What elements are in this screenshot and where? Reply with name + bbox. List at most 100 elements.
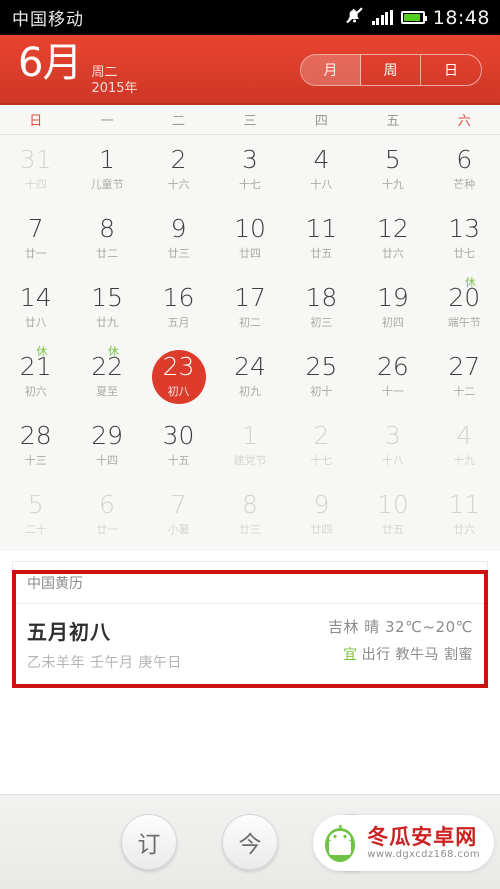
- day-lunar-label: 十二: [453, 385, 476, 399]
- day-lunar-label: 初三: [310, 316, 333, 330]
- day-number: 2: [170, 144, 187, 174]
- calendar-day[interactable]: 11 廿六: [429, 480, 500, 549]
- calendar-day[interactable]: 28 十三: [0, 411, 71, 480]
- day-number: 17: [234, 282, 266, 312]
- calendar-day[interactable]: 9 廿三: [143, 204, 214, 273]
- app-header: 6月 周二 2015年 月 周 日: [0, 35, 500, 105]
- calendar-day[interactable]: 6 芒种: [429, 135, 500, 204]
- calendar-day[interactable]: 10 廿五: [357, 480, 428, 549]
- day-number: 1: [99, 144, 116, 174]
- calendar-day[interactable]: 9 廿四: [286, 480, 357, 549]
- tab-week[interactable]: 周: [361, 55, 421, 85]
- calendar-day[interactable]: 4 十九: [429, 411, 500, 480]
- day-number: 19: [376, 282, 409, 312]
- calendar-day[interactable]: 15 廿九: [71, 273, 142, 342]
- calendar-day[interactable]: 2 十六: [143, 135, 214, 204]
- calendar-day-selected[interactable]: 23 初八: [143, 342, 214, 411]
- day-number: 9: [170, 213, 187, 243]
- day-lunar-label: 廿三: [238, 523, 261, 537]
- calendar-day[interactable]: 18 初三: [286, 273, 357, 342]
- day-number: 6: [99, 489, 116, 519]
- day-number: 15: [91, 282, 124, 312]
- calendar-day[interactable]: 休 22 夏至: [71, 342, 142, 411]
- day-number: 1: [242, 420, 258, 450]
- day-number: 24: [234, 351, 266, 381]
- day-number: 23: [162, 351, 195, 381]
- calendar-week-row: 31 十四 1 儿童节 2 十六 3 十七 4 十八 5 十九 6 芒种: [0, 135, 500, 204]
- calendar-week-row: 28 十三 29 十四 30 十五 1 建党节 2 十七 3 十八 4 十九: [0, 411, 500, 480]
- almanac-left: 五月初八 乙未羊年 壬午月 庚午日: [27, 616, 182, 672]
- calendar-day[interactable]: 29 十四: [71, 411, 142, 480]
- calendar-day[interactable]: 19 初四: [357, 273, 428, 342]
- calendar-day[interactable]: 12 廿六: [357, 204, 428, 273]
- day-number: 11: [448, 489, 481, 519]
- day-lunar-label: 廿九: [96, 316, 119, 330]
- calendar-day[interactable]: 27 十二: [429, 342, 500, 411]
- today-button[interactable]: 今: [222, 814, 278, 870]
- day-lunar-label: 廿五: [310, 247, 333, 261]
- calendar-day[interactable]: 1 儿童节: [71, 135, 142, 204]
- calendar-day[interactable]: 17 初二: [214, 273, 285, 342]
- day-lunar-label: 廿五: [381, 523, 404, 537]
- calendar-day[interactable]: 4 十八: [286, 135, 357, 204]
- calendar-day[interactable]: 31 十四: [0, 135, 71, 204]
- calendar-week-row: 14 廿八 15 廿九 16 五月 17 初二 18 初三 19 初四 休 20 端午节: [0, 273, 500, 342]
- calendar-day[interactable]: 2 十七: [286, 411, 357, 480]
- day-lunar-label: 十九: [453, 454, 476, 468]
- calendar-day[interactable]: 8 廿三: [214, 480, 285, 549]
- day-lunar-label: 儿童节: [90, 178, 124, 192]
- day-number: 4: [456, 420, 473, 450]
- signal-bars-icon: [371, 10, 393, 25]
- calendar-day[interactable]: 13 廿七: [429, 204, 500, 273]
- subscribe-button[interactable]: 订: [121, 814, 177, 870]
- calendar-day[interactable]: 30 十五: [143, 411, 214, 480]
- header-year: 2015年: [91, 81, 138, 96]
- weekday-fri: 五: [386, 114, 400, 129]
- calendar-day[interactable]: 休 21 初六: [0, 342, 71, 411]
- day-lunar-label: 初六: [24, 385, 47, 399]
- day-lunar-label: 廿四: [310, 523, 333, 537]
- calendar-day[interactable]: 6 廿一: [71, 480, 142, 549]
- calendar-day[interactable]: 3 十七: [214, 135, 285, 204]
- calendar-day[interactable]: 10 廿四: [214, 204, 285, 273]
- calendar-day[interactable]: 7 廿一: [0, 204, 71, 273]
- rest-day-badge: 休: [465, 276, 476, 289]
- day-number: 9: [313, 489, 330, 519]
- day-lunar-label: 十八: [310, 178, 333, 192]
- almanac-title: 中国黄历: [13, 562, 487, 604]
- day-lunar-label: 廿四: [238, 247, 261, 261]
- day-lunar-label: 初四: [381, 316, 404, 330]
- day-lunar-label: 廿一: [24, 247, 47, 261]
- rest-day-badge: 休: [107, 345, 119, 358]
- watermark-url: www.dgxcdz168.com: [367, 849, 480, 861]
- calendar-grid: 31 十四 1 儿童节 2 十六 3 十七 4 十八 5 十九 6 芒种 7 廿一 8 廿二 9 廿三 10 廿四 11 廿五…: [0, 135, 500, 551]
- calendar-day[interactable]: 7 小暑: [143, 480, 214, 549]
- site-watermark: 冬瓜安卓网 www.dgxcdz168.com: [313, 815, 494, 871]
- calendar-day[interactable]: 11 廿五: [286, 204, 357, 273]
- calendar-day[interactable]: 24 初九: [214, 342, 285, 411]
- calendar-day[interactable]: 26 十一: [357, 342, 428, 411]
- carrier-label: 中国移动: [12, 10, 84, 30]
- day-number: 30: [162, 420, 195, 450]
- tab-month[interactable]: 月: [301, 55, 361, 85]
- calendar-day[interactable]: 1 建党节: [214, 411, 285, 480]
- calendar-day[interactable]: 25 初十: [286, 342, 357, 411]
- day-lunar-label: 初十: [310, 385, 333, 399]
- calendar-day[interactable]: 5 十九: [357, 135, 428, 204]
- calendar-day[interactable]: 5 二十: [0, 480, 71, 549]
- almanac-body: 五月初八 乙未羊年 壬午月 庚午日 吉林 晴 32℃~20℃ 宜出行 教牛马 割…: [13, 604, 487, 686]
- auspicious-line: 宜出行 教牛马 割蜜: [343, 644, 473, 664]
- weekday-wed: 三: [243, 114, 257, 129]
- calendar-day[interactable]: 16 五月: [143, 273, 214, 342]
- almanac-card[interactable]: 中国黄历 五月初八 乙未羊年 壬午月 庚午日 吉林 晴 32℃~20℃ 宜出行 …: [12, 561, 488, 687]
- day-lunar-label: 十一: [381, 385, 404, 399]
- calendar-day[interactable]: 8 廿二: [71, 204, 142, 273]
- almanac-right: 吉林 晴 32℃~20℃ 宜出行 教牛马 割蜜: [328, 616, 473, 672]
- calendar-day[interactable]: 14 廿八: [0, 273, 71, 342]
- calendar-day[interactable]: 3 十八: [357, 411, 428, 480]
- weekday-tue: 二: [172, 114, 186, 129]
- tab-day[interactable]: 日: [421, 55, 481, 85]
- status-bar: 中国移动 18:48: [0, 0, 500, 35]
- calendar-day[interactable]: 休 20 端午节: [429, 273, 500, 342]
- view-mode-segmented-control[interactable]: 月 周 日: [300, 54, 482, 86]
